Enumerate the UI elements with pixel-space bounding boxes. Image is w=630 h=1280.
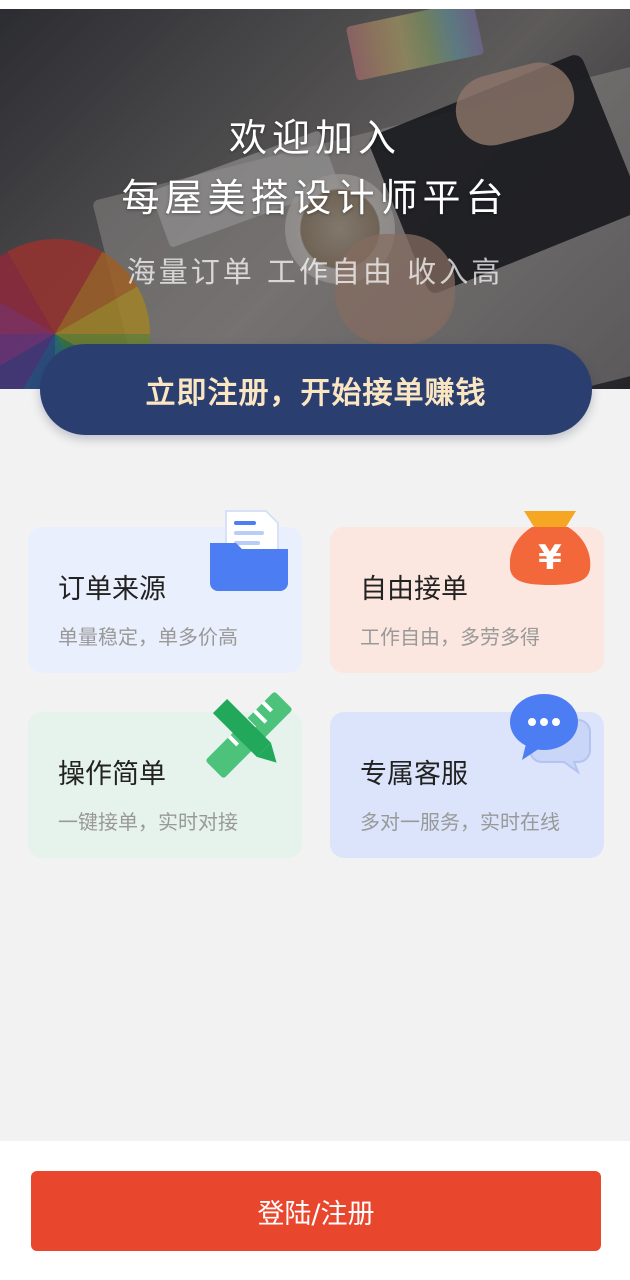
yen-money-bag-icon: ¥: [510, 511, 591, 585]
status-bar-area: [0, 0, 630, 9]
feature-title: 操作简单: [58, 759, 166, 790]
hero-banner: 欢迎加入 每屋美搭设计师平台 海量订单 工作自由 收入高: [0, 9, 630, 389]
folder-document-icon: [210, 510, 288, 591]
feature-desc: 多对一服务，实时在线: [360, 810, 560, 834]
hero-title-line1: 欢迎加入: [228, 116, 401, 160]
hero-subtitle: 海量订单 工作自由 收入高: [126, 255, 504, 289]
feature-desc: 单量稳定，单多价高: [58, 625, 238, 649]
feature-desc: 一键接单，实时对接: [58, 810, 238, 834]
feature-title: 专属客服: [360, 759, 468, 790]
feature-desc: 工作自由，多劳多得: [360, 625, 540, 649]
feature-title: 订单来源: [58, 574, 166, 605]
login-register-button[interactable]: 登陆/注册: [31, 1171, 601, 1251]
register-cta-button[interactable]: 立即注册，开始接单赚钱: [40, 344, 592, 435]
feature-title: 自由接单: [360, 574, 468, 605]
pencil-ruler-icon: [206, 692, 292, 778]
hero-title-line2: 每屋美搭设计师平台: [121, 176, 509, 220]
svg-text:¥: ¥: [538, 538, 562, 578]
chat-bubbles-icon: [510, 694, 591, 775]
